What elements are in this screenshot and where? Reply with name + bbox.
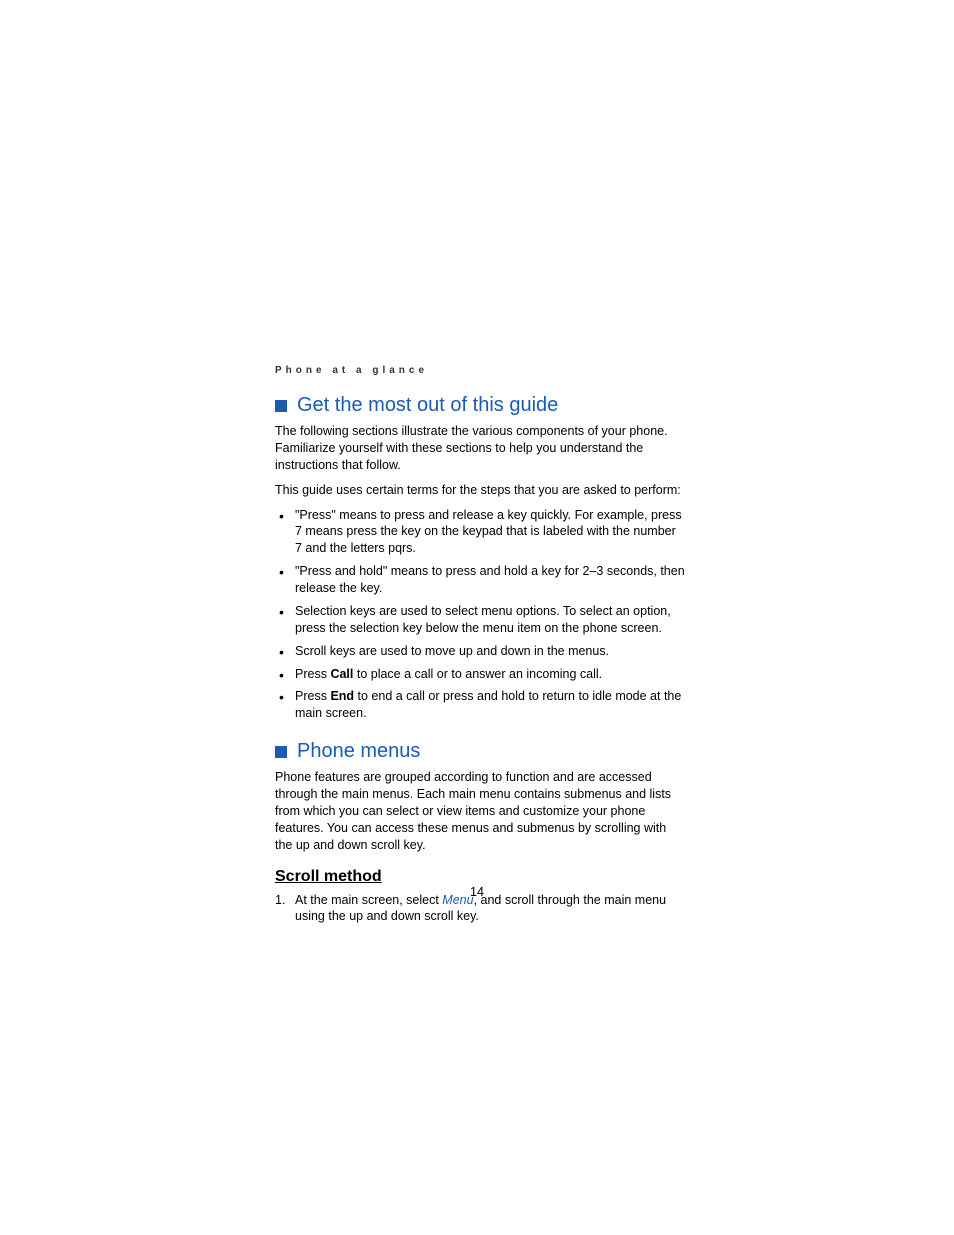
bullet-item: "Press and hold" means to press and hold… <box>275 563 685 597</box>
section-heading-1: Get the most out of this guide <box>275 394 685 417</box>
bullet-item: Press End to end a call or press and hol… <box>275 688 685 722</box>
section-get-most-out: Get the most out of this guide The follo… <box>275 394 685 722</box>
bullet-prefix: Press <box>295 689 330 703</box>
section1-intro: The following sections illustrate the va… <box>275 423 685 474</box>
bullet-bold: Call <box>330 667 353 681</box>
bullet-suffix: to place a call or to answer an incoming… <box>353 667 602 681</box>
bullet-item: Press Call to place a call or to answer … <box>275 666 685 683</box>
page-number: 14 <box>0 885 954 899</box>
section2-intro: Phone features are grouped according to … <box>275 769 685 853</box>
bullet-item: "Press" means to press and release a key… <box>275 507 685 558</box>
bullet-bold: End <box>330 689 354 703</box>
square-bullet-icon <box>275 400 287 412</box>
section2-subheading: Scroll method <box>275 868 685 886</box>
section1-subtext: This guide uses certain terms for the st… <box>275 482 685 499</box>
bullet-prefix: Press <box>295 667 330 681</box>
page-content: Phone at a glance Get the most out of th… <box>275 365 685 943</box>
section-heading-2: Phone menus <box>275 740 685 763</box>
square-bullet-icon <box>275 746 287 758</box>
heading-text-2: Phone menus <box>297 740 420 763</box>
bullet-item: Scroll keys are used to move up and down… <box>275 643 685 660</box>
section1-bullet-list: "Press" means to press and release a key… <box>275 507 685 723</box>
heading-text-1: Get the most out of this guide <box>297 394 558 417</box>
running-header: Phone at a glance <box>275 365 685 376</box>
bullet-item: Selection keys are used to select menu o… <box>275 603 685 637</box>
